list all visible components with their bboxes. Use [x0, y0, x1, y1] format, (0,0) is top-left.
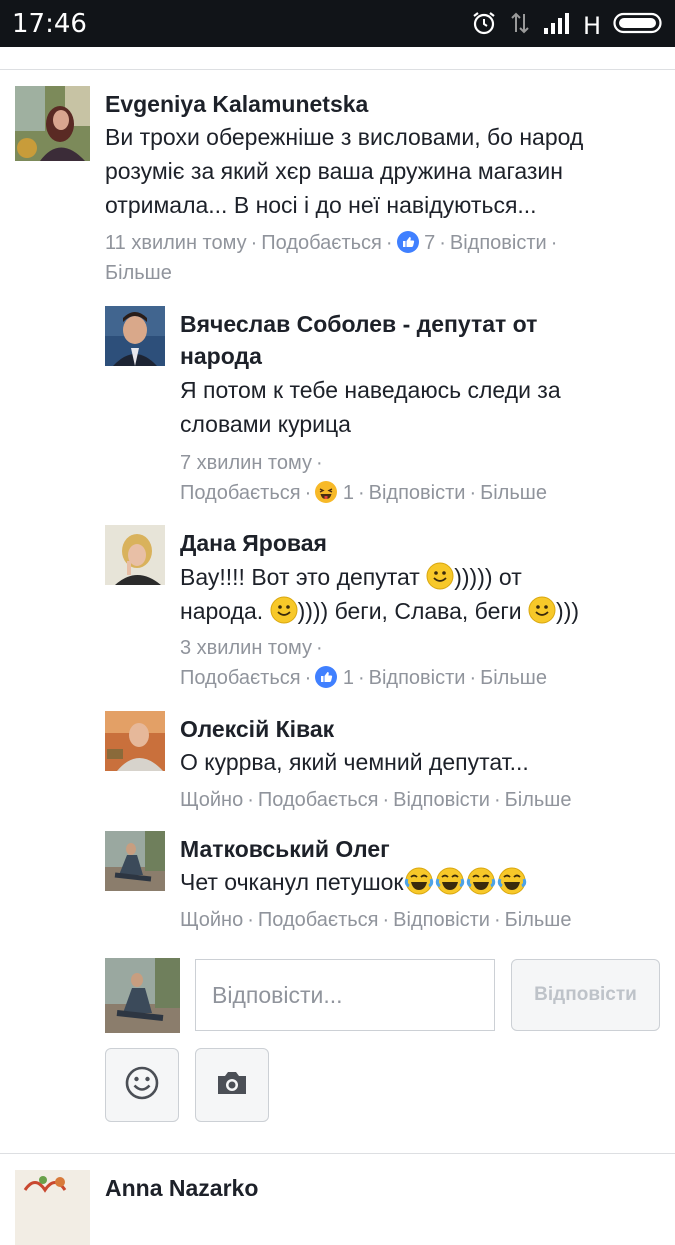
like-icon — [396, 231, 419, 253]
reply-author-line: народа — [180, 343, 262, 369]
comment-meta: 11 хвилин тому · Подобається · 7 · Відповісти… — [105, 231, 558, 284]
reply-time[interactable]: Щойно — [180, 789, 243, 811]
more-link[interactable]: Більше — [505, 909, 572, 931]
camera-icon — [215, 1069, 249, 1102]
signal-icon — [543, 11, 571, 40]
reply-link[interactable]: Відповісти — [393, 909, 490, 931]
reply-meta: Щойно · Подобається · Відповісти · Більше — [180, 789, 572, 811]
status-icons: H — [471, 10, 665, 41]
reply-author-line: Вячеслав Соболев - депутат от — [180, 311, 538, 337]
comment-text-line: Ви трохи обережніше з висловами, бо наро… — [105, 124, 584, 150]
haha-icon — [315, 481, 338, 503]
reply-author[interactable]: Вячеслав Соболев - депутат от народа — [180, 308, 537, 372]
comment-time[interactable]: 11 хвилин тому — [105, 232, 247, 254]
reply-text-segment: ))) — [556, 598, 580, 624]
status-time: 17:46 — [12, 9, 87, 39]
avatar[interactable] — [15, 86, 90, 161]
comment-author[interactable]: Evgeniya Kalamunetska — [105, 88, 368, 120]
emoji-button[interactable] — [105, 1048, 179, 1122]
reply-input[interactable] — [196, 960, 494, 1030]
comment-author[interactable]: Anna Nazarko — [105, 1172, 258, 1204]
reply-text: О куррва, який чемний депутат... — [180, 749, 529, 775]
reply-text: Чет очканул петушок — [180, 865, 528, 899]
reaction-count[interactable]: 1 — [343, 667, 354, 689]
smile-emoji-icon — [426, 562, 454, 590]
reply-meta: Щойно · Подобається · Відповісти · Більше — [180, 909, 572, 931]
reply-text-line: Я потом к тебе наведаюсь следи за — [180, 377, 561, 403]
like-link[interactable]: Подобається — [258, 789, 379, 811]
reply-meta: 7 хвилин тому · Подобається · 1 · Відповісти… — [180, 452, 547, 504]
photo-button[interactable] — [195, 1048, 269, 1122]
data-transfer-icon — [509, 10, 531, 41]
status-bar: 17:46 H — [0, 0, 675, 47]
reply-meta: 3 хвилин тому · Подобається · 1 · Відповісти… — [180, 637, 547, 689]
avatar[interactable] — [105, 711, 165, 771]
reply-input-box[interactable] — [195, 959, 495, 1031]
reply-text-segment: народа. — [180, 598, 264, 624]
reply-text: Я потом к тебе наведаюсь следи за словам… — [180, 373, 561, 441]
reaction-count[interactable]: 7 — [424, 232, 435, 254]
smile-emoji-icon — [270, 596, 298, 624]
reply-text-line: Вау!!!! Вот это депутат ))))) от — [180, 560, 579, 594]
reply-author[interactable]: Дана Яровая — [180, 527, 327, 559]
avatar[interactable] — [105, 831, 165, 891]
reply-author[interactable]: Матковський Олег — [180, 833, 390, 865]
smiley-icon — [124, 1065, 160, 1106]
smile-emoji-icon — [528, 596, 556, 624]
more-link[interactable]: Більше — [105, 262, 172, 284]
more-link[interactable]: Більше — [505, 789, 572, 811]
reply-link[interactable]: Відповісти — [393, 789, 490, 811]
reply-link[interactable]: Відповісти — [369, 667, 466, 689]
top-divider — [0, 69, 675, 70]
reply-link[interactable]: Відповісти — [369, 482, 466, 504]
reply-text-line: словами курица — [180, 411, 351, 437]
alarm-icon — [471, 10, 497, 41]
more-link[interactable]: Більше — [480, 667, 547, 689]
like-icon — [315, 666, 338, 688]
reply-submit-button[interactable]: Відповісти — [511, 959, 660, 1031]
comment-divider — [0, 1153, 675, 1154]
reply-time[interactable]: 7 хвилин тому — [180, 452, 312, 474]
like-link[interactable]: Подобається — [261, 232, 382, 254]
reply-link[interactable]: Відповісти — [450, 232, 547, 254]
tears-of-joy-emoji-icon — [404, 867, 528, 895]
reply-text-line: народа. )))) беги, Слава, беги ))) — [180, 594, 579, 628]
reaction-count[interactable]: 1 — [343, 482, 354, 504]
avatar[interactable] — [105, 525, 165, 585]
comment-text-line: отримала... В носі і до неї навідуються.… — [105, 192, 537, 218]
current-user-avatar — [105, 958, 180, 1033]
avatar[interactable] — [105, 306, 165, 366]
comment-text: Ви трохи обережніше з висловами, бо наро… — [105, 120, 583, 222]
reply-time[interactable]: 3 хвилин тому — [180, 637, 312, 659]
like-link[interactable]: Подобається — [180, 482, 301, 504]
reply-text-segment: Вау!!!! Вот это депутат — [180, 564, 420, 590]
reply-text: Вау!!!! Вот это депутат ))))) от народа.… — [180, 560, 579, 628]
reply-author[interactable]: Олексій Ківак — [180, 713, 334, 745]
reply-text-segment: ))))) от — [454, 564, 522, 590]
more-link[interactable]: Більше — [480, 482, 547, 504]
avatar[interactable] — [15, 1170, 90, 1245]
reply-text-segment: )))) беги, Слава, беги — [297, 598, 522, 624]
network-type: H — [582, 11, 601, 40]
like-link[interactable]: Подобається — [180, 667, 301, 689]
reply-text-segment: Чет очканул петушок — [180, 869, 404, 895]
reply-time[interactable]: Щойно — [180, 909, 243, 931]
battery-icon — [613, 11, 665, 40]
comment-text-line: розуміє за який хєр ваша дружина магазин — [105, 158, 563, 184]
like-link[interactable]: Подобається — [258, 909, 379, 931]
